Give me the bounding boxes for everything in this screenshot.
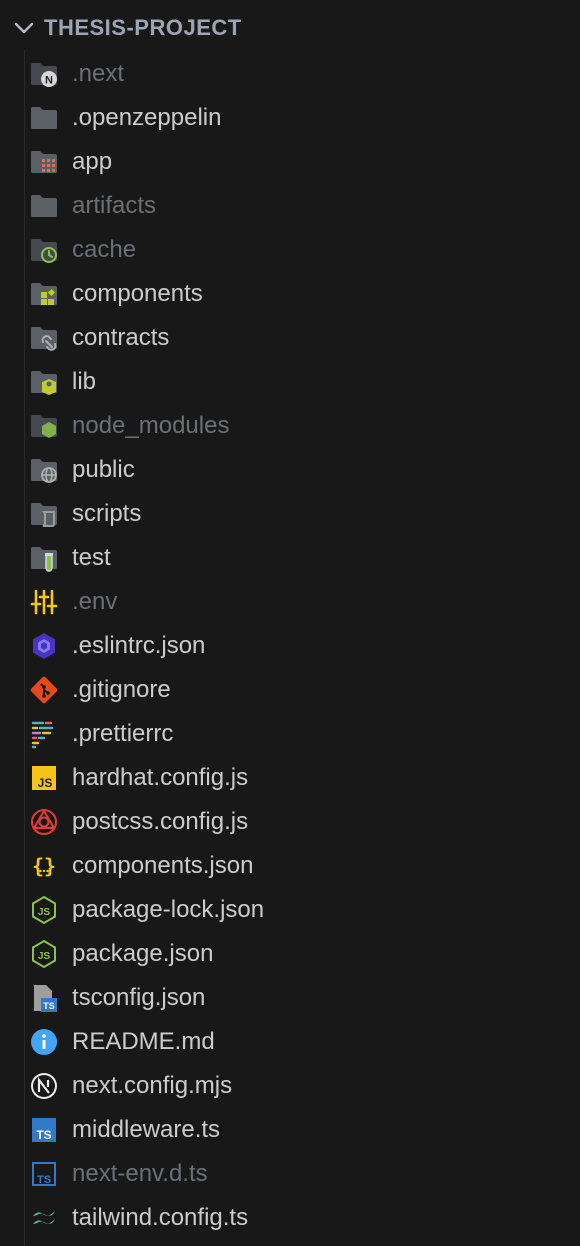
folder-name: contracts xyxy=(72,324,170,351)
file-item[interactable]: .eslintrc.json xyxy=(0,623,580,667)
folder-item[interactable]: contracts xyxy=(0,315,580,359)
file-name: .gitignore xyxy=(72,676,171,703)
file-item[interactable]: .env xyxy=(0,579,580,623)
folder-name: scripts xyxy=(72,500,142,527)
git-icon xyxy=(28,674,60,706)
file-name: postcss.config.js xyxy=(72,808,249,835)
folder-name: node_modules xyxy=(72,412,230,439)
tsconfig-icon: TS xyxy=(28,982,60,1014)
file-name: .prettierrc xyxy=(72,720,174,747)
file-name: middleware.ts xyxy=(72,1116,221,1143)
folder-test-icon xyxy=(28,542,60,574)
explorer-panel: THESIS-PROJECT N .next .openzeppelin app art… xyxy=(0,0,580,1246)
file-item[interactable]: TS middleware.ts xyxy=(0,1107,580,1151)
file-name: next.config.mjs xyxy=(72,1072,233,1099)
typescript-icon: TS xyxy=(28,1114,60,1146)
folder-name: .next xyxy=(72,60,125,87)
folder-name: artifacts xyxy=(72,192,157,219)
folder-cache-icon xyxy=(28,234,60,266)
folder-name: app xyxy=(72,148,113,175)
svg-text:TS: TS xyxy=(43,1001,55,1011)
nodejs-icon: JS xyxy=(28,938,60,970)
file-name: next-env.d.ts xyxy=(72,1160,208,1187)
json-braces-icon: {} xyxy=(28,850,60,882)
file-tree: N .next .openzeppelin app artifacts cache comp… xyxy=(0,51,580,1239)
file-item[interactable]: tailwind.config.ts xyxy=(0,1195,580,1239)
folder-item[interactable]: scripts xyxy=(0,491,580,535)
prettier-icon xyxy=(28,718,60,750)
chevron-down-icon[interactable] xyxy=(12,16,36,40)
file-item[interactable]: .prettierrc xyxy=(0,711,580,755)
folder-contracts-icon xyxy=(28,322,60,354)
svg-text:JS: JS xyxy=(38,951,51,962)
folder-lib-icon xyxy=(28,366,60,398)
tailwind-icon xyxy=(28,1202,60,1234)
file-name: package-lock.json xyxy=(72,896,265,923)
svg-text:TS: TS xyxy=(36,1128,51,1142)
folder-scripts-icon xyxy=(28,498,60,530)
folder-item[interactable]: artifacts xyxy=(0,183,580,227)
file-name: package.json xyxy=(72,940,214,967)
folder-item[interactable]: test xyxy=(0,535,580,579)
eslint-icon xyxy=(28,630,60,662)
file-name: .env xyxy=(72,588,118,615)
typescript-def-icon: TS xyxy=(28,1158,60,1190)
svg-text:N: N xyxy=(45,75,53,87)
nextjs-icon xyxy=(28,1070,60,1102)
env-settings-icon xyxy=(28,586,60,618)
folder-item[interactable]: cache xyxy=(0,227,580,271)
file-item[interactable]: TS tsconfig.json xyxy=(0,975,580,1019)
file-item[interactable]: next.config.mjs xyxy=(0,1063,580,1107)
file-item[interactable]: README.md xyxy=(0,1019,580,1063)
project-title: THESIS-PROJECT xyxy=(44,15,242,40)
folder-name: lib xyxy=(72,368,97,395)
file-name: tsconfig.json xyxy=(72,984,206,1011)
file-item[interactable]: JS hardhat.config.js xyxy=(0,755,580,799)
folder-name: public xyxy=(72,456,135,483)
folder-node-icon xyxy=(28,410,60,442)
folder-item[interactable]: .openzeppelin xyxy=(0,95,580,139)
svg-text:JS: JS xyxy=(38,907,51,918)
file-item[interactable]: JS package-lock.json xyxy=(0,887,580,931)
svg-text:TS: TS xyxy=(37,1174,51,1186)
folder-item[interactable]: lib xyxy=(0,359,580,403)
project-header[interactable]: THESIS-PROJECT xyxy=(0,6,580,50)
folder-icon xyxy=(28,190,60,222)
file-name: README.md xyxy=(72,1028,215,1055)
info-icon xyxy=(28,1026,60,1058)
folder-item[interactable]: components xyxy=(0,271,580,315)
file-name: .eslintrc.json xyxy=(72,632,206,659)
folder-name: components xyxy=(72,280,203,307)
folder-item[interactable]: app xyxy=(0,139,580,183)
svg-text:{}: {} xyxy=(32,854,56,878)
file-item[interactable]: TS next-env.d.ts xyxy=(0,1151,580,1195)
folder-app-icon xyxy=(28,146,60,178)
folder-icon xyxy=(28,102,60,134)
file-item[interactable]: .gitignore xyxy=(0,667,580,711)
file-name: tailwind.config.ts xyxy=(72,1204,249,1231)
file-name: components.json xyxy=(72,852,254,879)
folder-public-icon xyxy=(28,454,60,486)
folder-components-icon xyxy=(28,278,60,310)
file-item[interactable]: JS package.json xyxy=(0,931,580,975)
file-name: hardhat.config.js xyxy=(72,764,249,791)
folder-item[interactable]: public xyxy=(0,447,580,491)
folder-name: test xyxy=(72,544,111,571)
nodejs-icon: JS xyxy=(28,894,60,926)
folder-item[interactable]: N .next xyxy=(0,51,580,95)
folder-next-icon: N xyxy=(28,58,60,90)
file-item[interactable]: postcss.config.js xyxy=(0,799,580,843)
folder-name: cache xyxy=(72,236,137,263)
javascript-icon: JS xyxy=(28,762,60,794)
svg-text:JS: JS xyxy=(38,776,53,790)
postcss-icon xyxy=(28,806,60,838)
folder-item[interactable]: node_modules xyxy=(0,403,580,447)
folder-name: .openzeppelin xyxy=(72,104,222,131)
file-item[interactable]: {} components.json xyxy=(0,843,580,887)
